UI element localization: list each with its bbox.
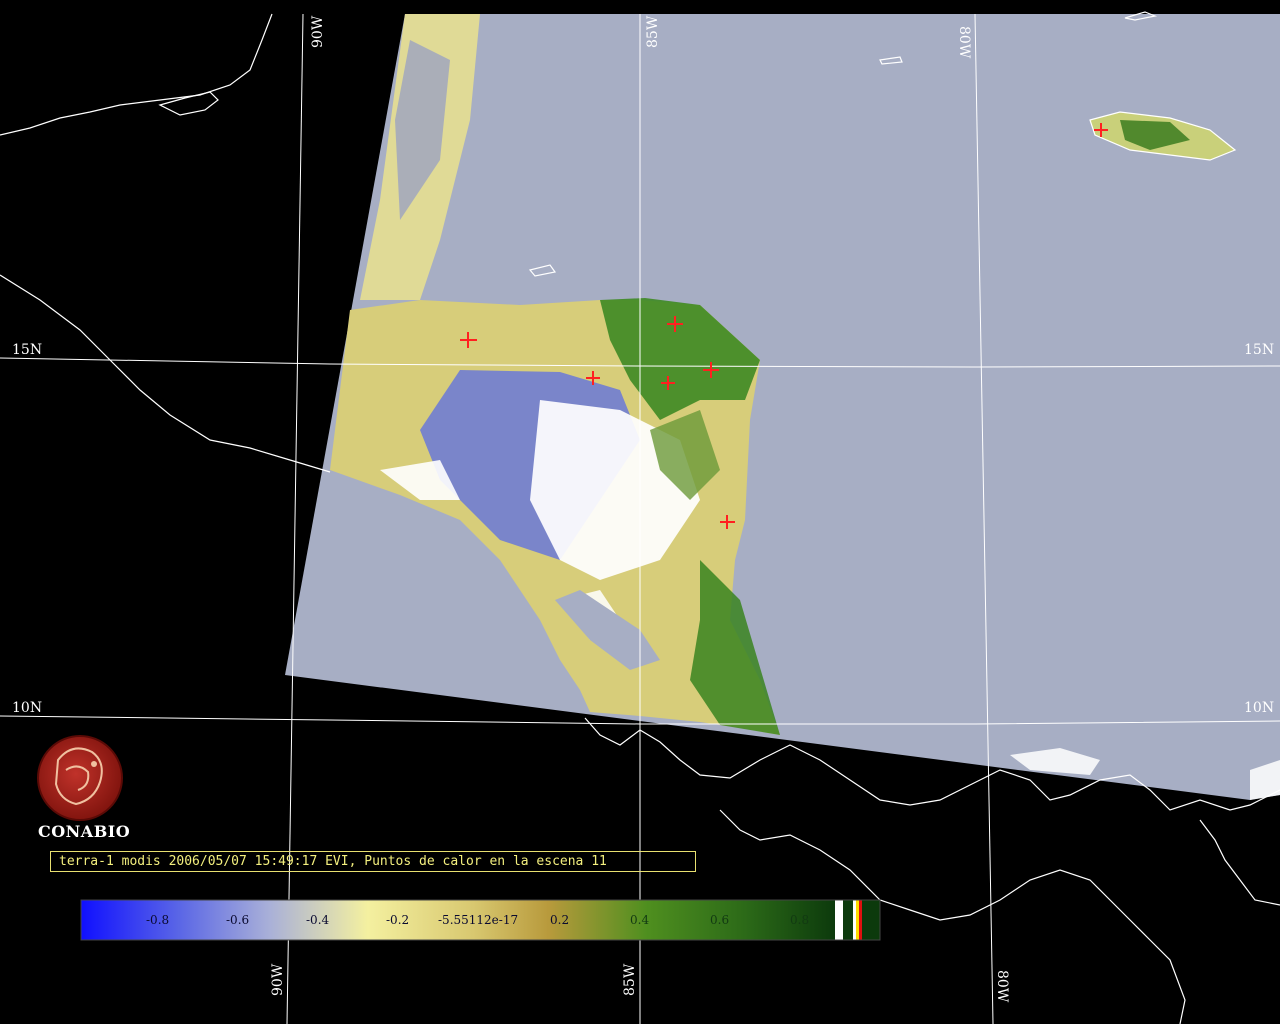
grid-label-left-10n: 10N — [12, 700, 42, 716]
colorbar-label: 0.2 — [550, 913, 569, 927]
grid-label-right-15n: 15N — [1244, 342, 1274, 358]
grid-label-bottom-85w: 85W — [622, 963, 638, 996]
colorbar-label: 0.8 — [790, 913, 809, 927]
colorbar-label: -5.55112e-17 — [438, 913, 518, 927]
colorbar: -0.8 -0.6 -0.4 -0.2 -5.55112e-17 0.2 0.4… — [80, 899, 881, 941]
grid-label-bottom-80w: 80W — [994, 970, 1010, 1003]
grid-label-top-90w: 90W — [310, 15, 326, 48]
colorbar-label: -0.8 — [146, 913, 169, 927]
grid-label-right-10n: 10N — [1244, 700, 1274, 716]
colorbar-label: -0.2 — [386, 913, 409, 927]
colorbar-label: -0.6 — [226, 913, 249, 927]
grid-label-top-80w: 80W — [956, 26, 972, 59]
colorbar-label: 0.4 — [630, 913, 649, 927]
colorbar-label: -0.4 — [306, 913, 330, 927]
organization-name: CONABIO — [38, 822, 131, 841]
scene-caption: terra-1 modis 2006/05/07 15:49:17 EVI, P… — [50, 851, 696, 872]
colorbar-label: 0.6 — [710, 913, 729, 927]
grid-label-left-15n: 15N — [12, 342, 42, 358]
grid-label-top-85w: 85W — [645, 15, 661, 48]
conabio-logo-icon — [37, 735, 123, 821]
grid-label-bottom-90w: 90W — [270, 963, 286, 996]
